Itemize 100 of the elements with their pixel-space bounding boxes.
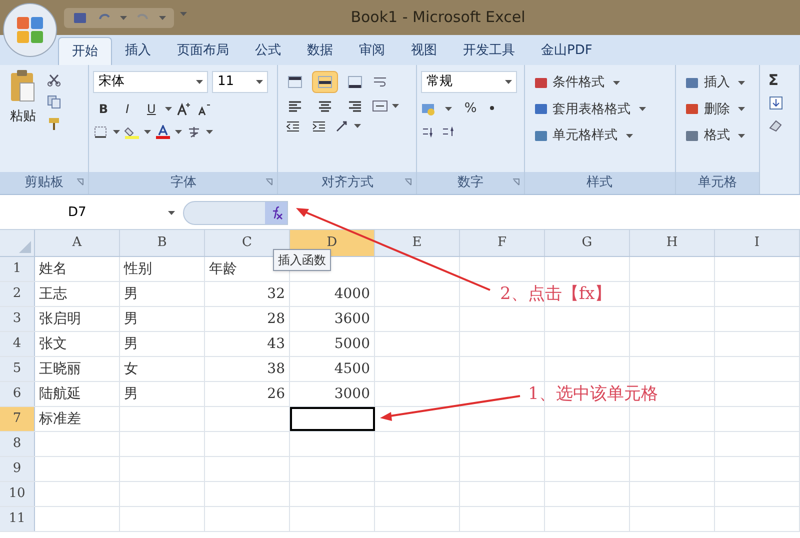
table-cell[interactable]: 王志 [39,284,67,304]
row-header[interactable]: 6 [0,382,35,406]
ribbon-tab[interactable]: 页面布局 [164,37,242,65]
column-header[interactable]: H [630,230,715,256]
vertical-align-button[interactable] [312,71,338,93]
style-menu-button[interactable]: 单元格样式 [532,126,667,146]
table-cell[interactable]: 4500 [334,358,370,380]
number-format-field[interactable]: 常规 [421,71,518,93]
merge-icon[interactable] [372,99,388,113]
style-menu-button[interactable]: 条件格式 [532,73,667,92]
table-cell[interactable]: 4000 [334,284,370,304]
table-cell[interactable]: 年龄 [209,258,237,280]
comma-icon[interactable] [488,104,495,113]
column-header[interactable]: G [545,230,630,256]
fill-color-icon[interactable] [124,125,140,139]
ribbon-tab[interactable]: 金山PDF [528,37,606,65]
table-cell[interactable]: 26 [267,384,285,404]
row-header[interactable]: 3 [0,307,35,331]
table-cell[interactable]: 张启明 [39,308,81,330]
column-header[interactable]: A [35,230,120,256]
row-header[interactable]: 2 [0,282,35,306]
caret-icon [120,16,127,20]
table-cell[interactable]: 3000 [334,384,370,404]
paste-button[interactable]: 粘贴 [8,69,38,131]
table-cell[interactable]: 标准差 [39,408,81,430]
grow-font-icon[interactable] [176,102,192,116]
scissors-icon[interactable] [46,73,62,87]
office-logo-icon [16,16,44,44]
cells-menu-button[interactable]: 插入 [684,73,752,92]
group-label: 字体 [170,174,196,192]
caret-icon [738,134,745,138]
percent-button[interactable]: % [460,99,481,118]
caret-icon [168,211,175,215]
row-header[interactable]: 5 [0,357,35,381]
caret-icon [113,130,120,134]
fill-icon[interactable] [768,96,784,110]
table-cell[interactable]: 43 [267,334,285,354]
column-header[interactable]: E [375,230,460,256]
row-header[interactable]: 8 [0,432,35,456]
table-cell[interactable]: 28 [267,308,285,330]
row-header[interactable]: 1 [0,257,35,281]
row-header[interactable]: 7 [0,407,35,431]
table-cell[interactable]: 男 [124,308,138,330]
font-name-field[interactable]: 宋体 [93,71,208,93]
font-style-button[interactable]: B [93,99,114,119]
column-header[interactable]: B [120,230,205,256]
ribbon-tab[interactable]: 视图 [398,37,450,65]
font-style-button[interactable]: U [141,99,162,119]
caret-icon [144,130,152,134]
ribbon-tab[interactable]: 开发工具 [450,37,528,65]
table-cell[interactable]: 王晓丽 [39,358,81,380]
caret-icon [638,107,646,112]
group-label: 数字 [458,174,484,192]
ribbon-tab[interactable]: 审阅 [346,37,398,65]
autosum-button[interactable]: Σ [768,73,791,88]
active-cell[interactable] [290,407,375,431]
format-painter-icon[interactable] [46,117,62,131]
row-header[interactable]: 11 [0,507,35,531]
row-header[interactable]: 9 [0,457,35,481]
table-cell[interactable]: 32 [267,284,285,304]
font-size-field[interactable]: 11 [212,71,268,93]
eraser-icon[interactable] [768,118,784,132]
corner-triangle-icon [19,241,31,253]
table-cell[interactable]: 性别 [124,258,152,280]
column-header[interactable]: F [460,230,545,256]
table-cell[interactable]: 男 [124,334,138,354]
border-icon[interactable] [93,125,110,139]
cells-menu-button[interactable]: 删除 [684,100,752,119]
table-cell[interactable]: 5000 [334,334,370,354]
table-cell[interactable]: 38 [267,358,285,380]
insert-function-button[interactable] [265,202,287,224]
ribbon-tab[interactable]: 开始 [58,37,112,65]
table-cell[interactable]: 姓名 [39,258,67,280]
table-cell[interactable]: 女 [124,358,138,380]
table-cell[interactable]: 陆航延 [39,384,81,404]
font-color-icon[interactable] [155,125,172,139]
caret-icon [738,107,745,112]
table-cell[interactable]: 男 [124,284,138,304]
cells-menu-button[interactable]: 格式 [684,126,752,146]
wrap-text-icon[interactable] [372,75,388,89]
ribbon-tab[interactable]: 数据 [294,37,346,65]
row-header[interactable]: 10 [0,482,35,506]
shrink-font-icon[interactable] [196,102,212,116]
row-header[interactable]: 4 [0,332,35,356]
ribbon-tab[interactable]: 插入 [112,37,164,65]
style-menu-button[interactable]: 套用表格格式 [532,100,667,119]
table-cell[interactable]: 张文 [39,334,67,354]
copy-icon[interactable] [46,95,62,109]
table-cell[interactable]: 男 [124,384,138,404]
caret-icon [445,106,452,111]
formula-field[interactable] [183,201,288,225]
caret-icon [165,107,172,111]
caret-icon [159,16,166,20]
font-style-button[interactable]: I [117,99,138,119]
align-vertical-icon [288,76,302,88]
column-header[interactable]: I [715,230,800,256]
table-cell[interactable]: 3600 [334,308,370,330]
group-label: 对齐方式 [321,174,374,192]
name-box[interactable]: D7 [0,200,183,226]
ribbon-tab[interactable]: 公式 [242,37,294,65]
